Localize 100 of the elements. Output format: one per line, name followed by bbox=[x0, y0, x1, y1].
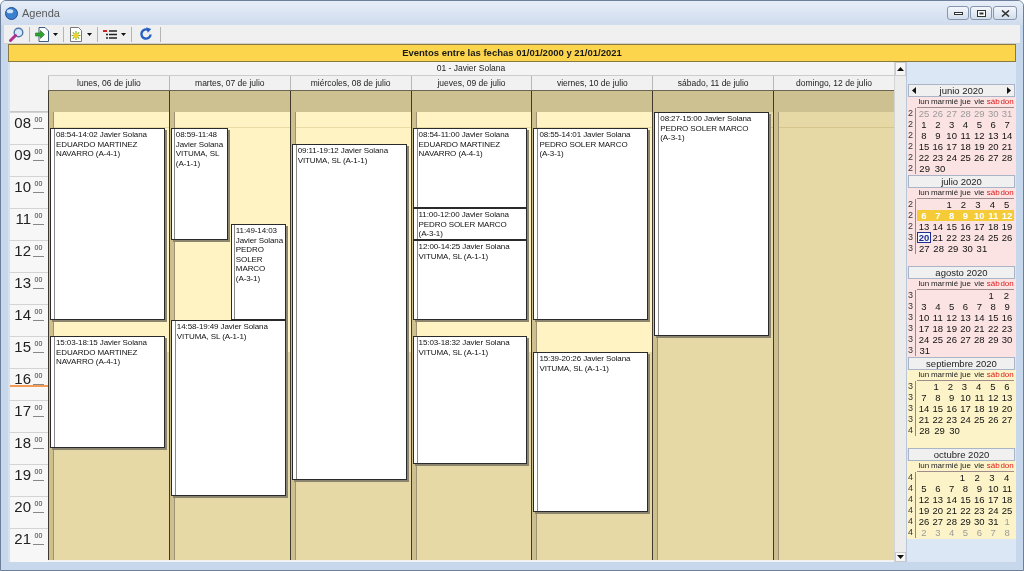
next-month-button[interactable] bbox=[1005, 86, 1011, 95]
day-number[interactable]: 9 bbox=[972, 483, 987, 494]
day-number[interactable]: 4 bbox=[999, 472, 1015, 483]
day-number[interactable]: 28 bbox=[931, 243, 946, 254]
day-number[interactable]: 5 bbox=[999, 199, 1014, 210]
day-number[interactable]: 25 bbox=[958, 152, 973, 163]
day-number[interactable]: 22 bbox=[930, 414, 945, 425]
day-number[interactable]: 18 bbox=[986, 221, 1001, 232]
day-number[interactable]: 31 bbox=[986, 516, 1001, 527]
day-number[interactable]: 29 bbox=[945, 243, 961, 254]
event-card[interactable]: 12:00-14:25 Javier Solana VITUMA, SL (A-1-1) bbox=[412, 240, 528, 320]
day-number[interactable]: 20 bbox=[930, 505, 945, 516]
day-number[interactable]: 8 bbox=[986, 301, 1001, 312]
day-number[interactable]: 31 bbox=[974, 243, 990, 254]
day-number[interactable]: 15 bbox=[986, 312, 1001, 323]
day-number[interactable]: 17 bbox=[972, 221, 987, 232]
day-number[interactable]: 9 bbox=[1000, 301, 1014, 312]
event-card[interactable]: 15:03-18:32 Javier Solana VITUMA, SL (A-1-1) bbox=[412, 336, 528, 464]
day-number[interactable]: 21 bbox=[944, 505, 959, 516]
day-number[interactable]: 29 bbox=[917, 163, 933, 174]
day-number[interactable]: 16 bbox=[930, 141, 945, 152]
day-number[interactable]: 31 bbox=[917, 345, 933, 356]
day-number[interactable]: 21 bbox=[917, 414, 931, 425]
day-number[interactable]: 1 bbox=[983, 290, 999, 301]
day-number[interactable]: 3 bbox=[957, 381, 972, 392]
day-number[interactable]: 8 bbox=[930, 392, 945, 403]
day-number[interactable]: 28 bbox=[917, 425, 932, 436]
day-number[interactable]: 13 bbox=[958, 312, 973, 323]
day-number[interactable]: 14 bbox=[972, 312, 987, 323]
day-number[interactable]: 3 bbox=[917, 301, 931, 312]
day-number[interactable]: 5 bbox=[917, 483, 931, 494]
day-number[interactable]: 10 bbox=[986, 483, 1001, 494]
day-number[interactable]: 23 bbox=[944, 414, 959, 425]
scroll-up-button[interactable] bbox=[895, 62, 906, 76]
day-number[interactable]: 27 bbox=[1000, 414, 1014, 425]
day-number[interactable]: 7 bbox=[972, 301, 987, 312]
day-number[interactable]: 14 bbox=[1000, 130, 1014, 141]
day-number[interactable]: 1 bbox=[941, 199, 957, 210]
search-button[interactable] bbox=[8, 26, 25, 42]
day-number[interactable]: 2 bbox=[956, 199, 971, 210]
day-number[interactable]: 4 bbox=[971, 381, 986, 392]
day-number[interactable]: 21 bbox=[930, 232, 945, 243]
day-number[interactable]: 24 bbox=[958, 414, 973, 425]
day-number[interactable]: 28 bbox=[972, 334, 987, 345]
day-number[interactable]: 6 bbox=[958, 301, 973, 312]
day-number[interactable]: 5 bbox=[972, 119, 987, 130]
day-number[interactable]: 7 bbox=[917, 392, 931, 403]
day-number[interactable]: 10 bbox=[917, 312, 931, 323]
day-number[interactable]: 19 bbox=[972, 141, 987, 152]
day-number[interactable]: 25 bbox=[930, 334, 945, 345]
day-number[interactable]: 12 bbox=[944, 312, 959, 323]
day-number[interactable]: 12 bbox=[986, 392, 1001, 403]
day-number[interactable]: 27 bbox=[958, 334, 973, 345]
day-number[interactable]: 18 bbox=[972, 403, 987, 414]
day-number[interactable]: 27 bbox=[930, 516, 945, 527]
day-number[interactable]: 30 bbox=[932, 163, 948, 174]
day-number[interactable]: 16 bbox=[944, 403, 959, 414]
day-number[interactable]: 22 bbox=[986, 323, 1001, 334]
day-number[interactable]: 23 bbox=[930, 152, 945, 163]
day-number[interactable]: 22 bbox=[944, 232, 959, 243]
day-number[interactable]: 23 bbox=[958, 232, 973, 243]
day-number[interactable]: 20 bbox=[986, 141, 1001, 152]
day-number[interactable]: 24 bbox=[972, 232, 987, 243]
day-number[interactable]: 16 bbox=[1000, 312, 1014, 323]
day-number[interactable]: 13 bbox=[1000, 392, 1014, 403]
day-number[interactable]: 21 bbox=[1000, 141, 1014, 152]
maximize-button[interactable] bbox=[970, 6, 992, 20]
day-number[interactable]: 26 bbox=[1000, 232, 1014, 243]
day-number[interactable]: 21 bbox=[972, 323, 987, 334]
day-number[interactable]: 16 bbox=[972, 494, 987, 505]
day-number[interactable]: 5 bbox=[944, 301, 959, 312]
day-number[interactable]: 13 bbox=[917, 221, 931, 232]
previous-month-button[interactable] bbox=[912, 86, 918, 95]
day-number[interactable]: 22 bbox=[917, 152, 931, 163]
day-number[interactable]: 28 bbox=[944, 516, 959, 527]
event-card[interactable]: 08:54-11:00 Javier Solana EDUARDO MARTINEZ NAVARRO (A-4-1) bbox=[412, 128, 528, 208]
day-number[interactable]: 20 bbox=[917, 232, 931, 243]
day-number[interactable]: 30 bbox=[947, 425, 962, 436]
day-number[interactable]: 1 bbox=[955, 472, 970, 483]
day-number[interactable]: 26 bbox=[917, 516, 931, 527]
event-card[interactable]: 08:27-15:00 Javier Solana PEDRO SOLER MARCO (A-3-1) bbox=[654, 112, 770, 336]
event-card[interactable]: 14:58-19:49 Javier Solana VITUMA, SL (A-1-1) bbox=[170, 320, 286, 496]
day-number[interactable]: 11 bbox=[930, 312, 945, 323]
day-number[interactable]: 17 bbox=[958, 403, 973, 414]
day-number[interactable]: 8 bbox=[917, 130, 931, 141]
day-number[interactable]: 17 bbox=[917, 323, 931, 334]
day-number[interactable]: 20 bbox=[958, 323, 973, 334]
day-number[interactable]: 11 bbox=[958, 130, 973, 141]
day-number[interactable]: 29 bbox=[986, 334, 1001, 345]
day-number[interactable]: 10 bbox=[944, 130, 959, 141]
event-card[interactable]: 11:49-14:03 Javier Solana PEDRO SOLER MARCO (A-3-1) bbox=[230, 224, 286, 320]
day-number[interactable]: 8 bbox=[958, 483, 973, 494]
day-number[interactable]: 17 bbox=[986, 494, 1001, 505]
day-number[interactable]: 19 bbox=[917, 505, 931, 516]
day-number[interactable]: 9 bbox=[930, 130, 945, 141]
day-number[interactable]: 12 bbox=[917, 494, 931, 505]
day-number[interactable]: 24 bbox=[917, 334, 931, 345]
day-number[interactable]: 29 bbox=[958, 516, 973, 527]
scroll-down-button[interactable] bbox=[895, 552, 906, 562]
day-number[interactable]: 25 bbox=[1000, 505, 1014, 516]
